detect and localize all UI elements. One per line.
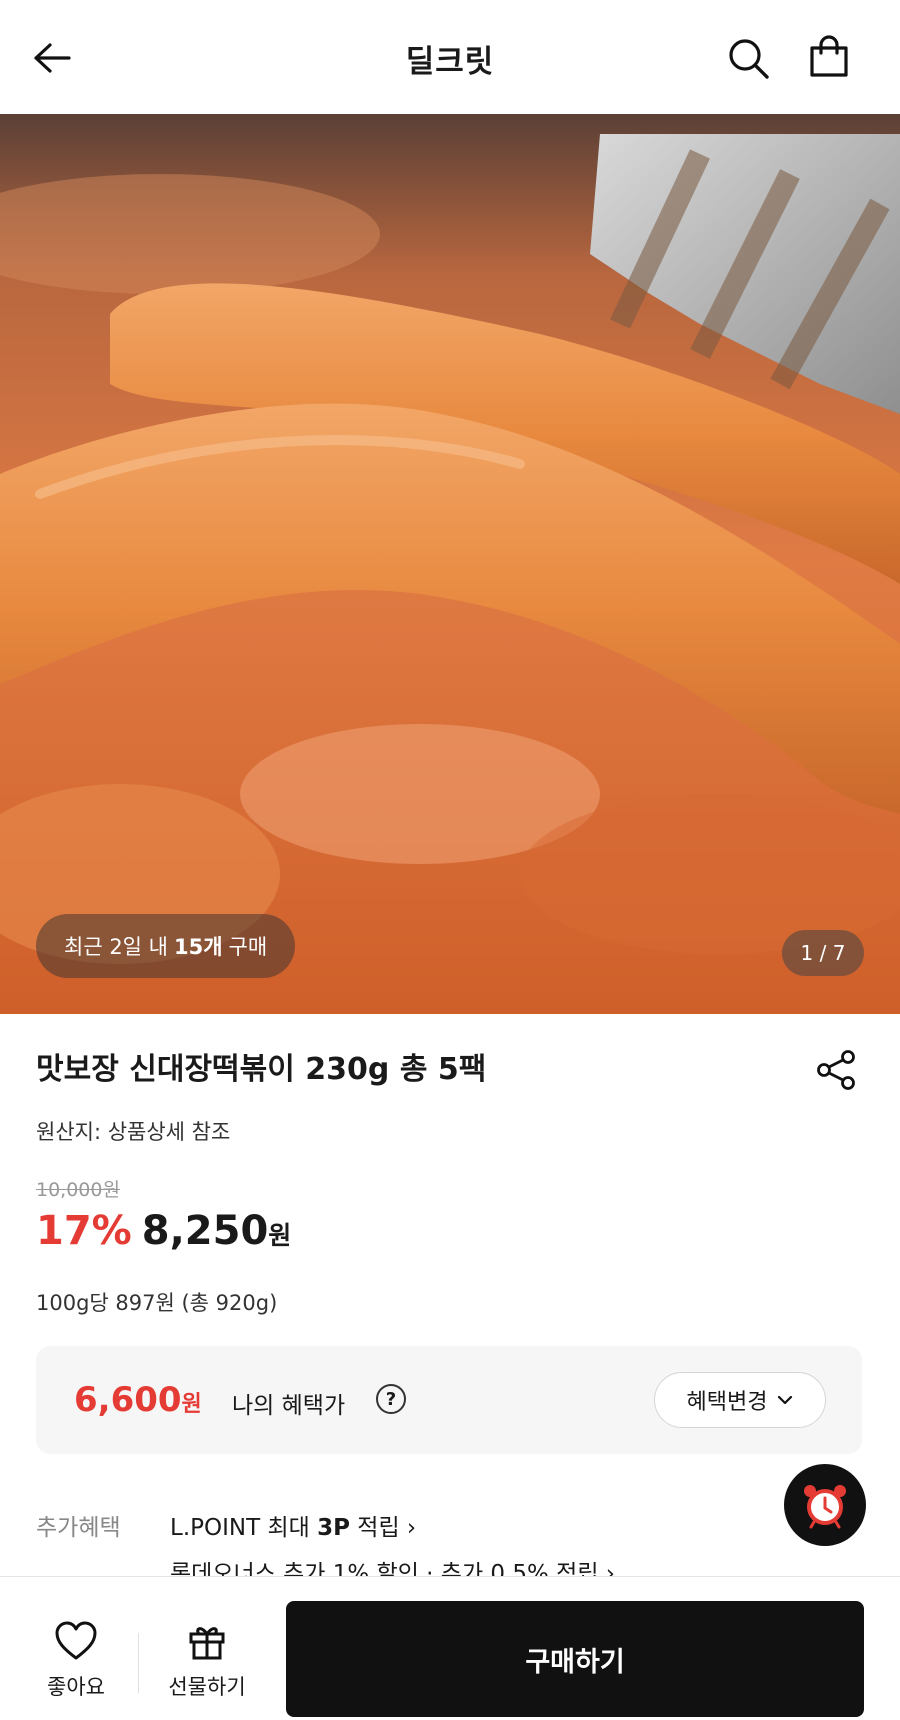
alarm-clock-icon bbox=[804, 1485, 846, 1529]
recent-suffix: 구매 bbox=[228, 935, 268, 959]
benefit-label: 나의 혜택가 bbox=[232, 1393, 346, 1419]
search-icon bbox=[729, 39, 769, 79]
like-label: 좋아요 bbox=[47, 1675, 105, 1699]
chevron-down-icon bbox=[778, 1395, 793, 1405]
cart-button[interactable] bbox=[806, 34, 852, 80]
help-icon[interactable]: ? bbox=[376, 1384, 406, 1414]
heart-icon bbox=[55, 1621, 97, 1660]
discount-rate: 17% bbox=[36, 1208, 132, 1254]
bar-divider bbox=[138, 1633, 139, 1693]
alarm-button[interactable] bbox=[784, 1464, 866, 1546]
product-image[interactable]: 최근 2일 내 15개 구매 1 / 7 bbox=[0, 114, 900, 1014]
my-benefit-box: 6,600원 나의 혜택가 ? 혜택변경 bbox=[36, 1346, 862, 1454]
change-benefit-label: 혜택변경 bbox=[686, 1390, 768, 1415]
original-price: 10,000원 bbox=[36, 1179, 120, 1201]
product-name: 맛보장 신대장떡볶이 230g 총 5팩 bbox=[36, 1052, 487, 1087]
top-header: 딜크릿 bbox=[0, 0, 900, 114]
benefit-price-value: 6,600 bbox=[74, 1380, 182, 1420]
change-benefit-button[interactable]: 혜택변경 bbox=[654, 1372, 826, 1428]
gift-button[interactable]: 선물하기 bbox=[152, 1621, 262, 1701]
benefit-price-won: 원 bbox=[181, 1392, 202, 1417]
gift-label: 선물하기 bbox=[168, 1675, 246, 1699]
bottom-action-bar: 좋아요 선물하기 구매하기 bbox=[0, 1576, 900, 1720]
lpoint-prefix: L.POINT 최대 bbox=[170, 1515, 310, 1541]
search-button[interactable] bbox=[726, 36, 772, 82]
lotte-owners-benefit-link[interactable]: 롯데오너스 추가 1% 할인 · 추가 0.5% 적립 › bbox=[170, 1554, 615, 1576]
extra-benefit-label: 추가혜택 bbox=[36, 1515, 121, 1541]
tteokbokki-photo bbox=[0, 114, 900, 1014]
sale-price: 8,250원 bbox=[142, 1208, 292, 1254]
benefit-price: 6,600원 bbox=[74, 1380, 202, 1420]
unit-price: 100g당 897원 (총 920g) bbox=[36, 1291, 278, 1315]
recent-purchase-badge: 최근 2일 내 15개 구매 bbox=[36, 914, 296, 978]
sale-price-value: 8,250 bbox=[141, 1208, 269, 1254]
like-button[interactable]: 좋아요 bbox=[30, 1621, 122, 1701]
sale-price-won: 원 bbox=[268, 1221, 292, 1250]
share-icon bbox=[817, 1050, 855, 1090]
image-page-indicator: 1 / 7 bbox=[782, 930, 864, 976]
lpoint-points: 3P bbox=[317, 1515, 350, 1541]
share-button[interactable] bbox=[814, 1048, 858, 1092]
shopping-bag-icon bbox=[810, 35, 848, 77]
recent-prefix: 최근 2일 내 bbox=[64, 935, 168, 959]
lpoint-suffix: 적립 › bbox=[357, 1515, 417, 1541]
sale-price-row: 17% 8,250원 bbox=[36, 1208, 291, 1254]
origin-info: 원산지: 상품상세 참조 bbox=[36, 1120, 231, 1144]
gift-icon bbox=[189, 1627, 225, 1660]
lpoint-benefit-link[interactable]: L.POINT 최대 3P 적립 › bbox=[170, 1508, 416, 1542]
buy-button[interactable]: 구매하기 bbox=[286, 1601, 864, 1717]
recent-count: 15개 bbox=[174, 935, 223, 959]
